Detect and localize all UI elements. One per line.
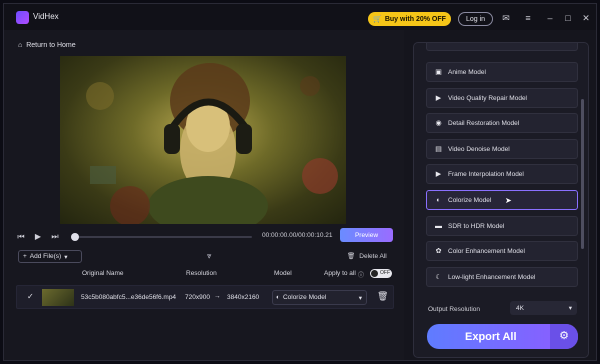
home-icon: ⌂: [18, 42, 23, 49]
model-label: SDR to HDR Model: [448, 222, 505, 230]
model-item-anime[interactable]: ▣ Anime Model: [426, 62, 578, 82]
detail-restore-icon: ◉: [435, 119, 442, 127]
close-icon[interactable]: ✕: [580, 12, 592, 24]
resolution-to: 3840x2160: [227, 294, 260, 301]
editor-pane: ⌂ Return to Home ⏮ ▶ ⏭ 00:00:00.00/00:00…: [4, 30, 404, 360]
moon-icon: ☾: [435, 273, 442, 281]
plus-icon: +: [23, 253, 27, 260]
model-label: Colorize Model: [448, 196, 492, 204]
model-label: Anime Model: [448, 68, 486, 76]
player-controls: ⏮ ▶ ⏭ 00:00:00.00/00:00:10.21 Preview: [16, 228, 393, 246]
check-icon[interactable]: ✓: [27, 292, 34, 301]
anime-icon: ▣: [435, 68, 442, 76]
model-item-partial[interactable]: [426, 43, 578, 51]
model-item-video-repair[interactable]: ▶ Video Quality Repair Model: [426, 88, 578, 108]
cursor-icon: ➤: [505, 196, 512, 205]
model-list: ▣ Anime Model ▶ Video Quality Repair Mod…: [426, 43, 578, 288]
apply-to-all-label: Apply to all: [324, 270, 356, 277]
file-toolbar: + Add File(s) ▾ ⩔ 🗑 Delete All: [14, 250, 394, 265]
delete-all-button[interactable]: 🗑 Delete All: [347, 252, 387, 261]
col-model: Model: [274, 270, 292, 277]
info-icon: ⓘ: [358, 273, 365, 279]
model-label: Low-light Enhancement Model: [448, 273, 536, 281]
colorize-icon: ◐: [436, 196, 441, 204]
model-panel: ▣ Anime Model ▶ Video Quality Repair Mod…: [413, 42, 589, 358]
trash-icon: 🗑: [347, 253, 356, 260]
menu-icon[interactable]: ≡: [522, 12, 534, 24]
app-window: VidHex 🛒 Buy with 20% OFF Log in ✉ ≡ – □…: [3, 3, 597, 361]
model-label: Frame Interpolation Model: [448, 170, 524, 178]
model-label: Detail Restoration Model: [448, 119, 520, 127]
video-preview: [60, 56, 346, 224]
maximize-icon[interactable]: □: [562, 12, 574, 24]
model-label: Video Quality Repair Model: [448, 94, 528, 102]
delete-all-label: Delete All: [359, 252, 387, 260]
model-item-low-light[interactable]: ☾ Low-light Enhancement Model: [426, 267, 578, 287]
model-item-colorize[interactable]: ◐ Colorize Model ➤: [426, 190, 578, 210]
export-all-label: Export All: [465, 330, 517, 343]
title-bar: VidHex 🛒 Buy with 20% OFF Log in ✉ ≡ – □…: [4, 4, 596, 30]
col-original-name: Original Name: [82, 270, 124, 277]
colorize-icon: ◐: [276, 294, 280, 301]
return-home-label: Return to Home: [26, 42, 76, 49]
model-select[interactable]: ◐ Colorize Model ▾: [272, 290, 367, 305]
frame-interp-icon: ▶: [435, 170, 442, 178]
table-header: Original Name Resolution Model Apply to …: [14, 269, 394, 282]
play-icon[interactable]: ▶: [33, 232, 43, 242]
add-files-label: Add File(s): [29, 253, 62, 260]
chevron-down-icon: ▾: [568, 305, 572, 312]
color-enhance-icon: ✿: [435, 247, 442, 255]
denoise-icon: ▤: [435, 145, 442, 153]
preview-button[interactable]: Preview: [340, 228, 393, 242]
app-logo: [16, 11, 29, 24]
table-row[interactable]: ✓ 53c5b080abfc5...e36de56f6.mp4 720x900 …: [16, 285, 394, 309]
output-resolution-label: Output Resolution: [428, 306, 481, 313]
next-frame-icon[interactable]: ⏭: [50, 232, 60, 242]
model-item-frame-interp[interactable]: ▶ Frame Interpolation Model: [426, 164, 578, 184]
video-thumbnail: [42, 289, 74, 306]
buy-button[interactable]: 🛒 Buy with 20% OFF: [368, 12, 451, 26]
login-button[interactable]: Log in: [458, 12, 493, 26]
progress-knob[interactable]: [71, 233, 79, 241]
gear-icon[interactable]: ⚙: [550, 324, 578, 349]
buy-label: Buy with 20% OFF: [384, 15, 446, 23]
progress-track[interactable]: [72, 236, 252, 238]
minimize-icon[interactable]: –: [544, 12, 556, 24]
collapse-icon[interactable]: ⩔: [207, 251, 212, 261]
return-home-link[interactable]: ⌂ Return to Home: [18, 42, 76, 49]
resolution-from: 720x900: [185, 294, 210, 301]
output-resolution-value: 4K: [516, 304, 524, 312]
cart-icon: 🛒: [373, 16, 382, 23]
chevron-down-icon: ▾: [64, 253, 68, 261]
export-all-button[interactable]: Export All ⚙: [427, 324, 578, 349]
model-label: Color Enhancement Model: [448, 247, 525, 255]
model-label: Video Denoise Model: [448, 145, 510, 153]
apply-all-toggle[interactable]: OFF: [370, 269, 392, 278]
add-files-button[interactable]: + Add File(s) ▾: [18, 250, 82, 263]
app-name: VidHex: [33, 12, 59, 21]
model-item-denoise[interactable]: ▤ Video Denoise Model: [426, 139, 578, 159]
prev-frame-icon[interactable]: ⏮: [16, 232, 26, 242]
file-name: 53c5b080abfc5...e36de56f6.mp4: [81, 294, 177, 301]
chevron-down-icon: ▾: [358, 294, 362, 302]
time-readout: 00:00:00.00/00:00:10.21: [262, 232, 333, 239]
output-resolution-select[interactable]: 4K ▾: [510, 301, 577, 315]
hdr-icon: ▬: [435, 222, 442, 230]
video-repair-icon: ▶: [435, 94, 442, 102]
toggle-knob: [371, 270, 378, 277]
col-resolution: Resolution: [186, 270, 217, 277]
toggle-label: OFF: [380, 270, 390, 276]
feedback-icon[interactable]: ✉: [500, 12, 512, 24]
video-frame-image: [86, 63, 338, 224]
model-item-sdr-hdr[interactable]: ▬ SDR to HDR Model: [426, 216, 578, 236]
model-item-color-enhance[interactable]: ✿ Color Enhancement Model: [426, 241, 578, 261]
model-list-scrollbar[interactable]: [581, 99, 584, 249]
arrow-right-icon: →: [214, 293, 221, 300]
trash-icon[interactable]: 🗑: [377, 291, 388, 302]
model-select-value: Colorize Model: [282, 294, 327, 301]
model-item-detail-restore[interactable]: ◉ Detail Restoration Model: [426, 113, 578, 133]
